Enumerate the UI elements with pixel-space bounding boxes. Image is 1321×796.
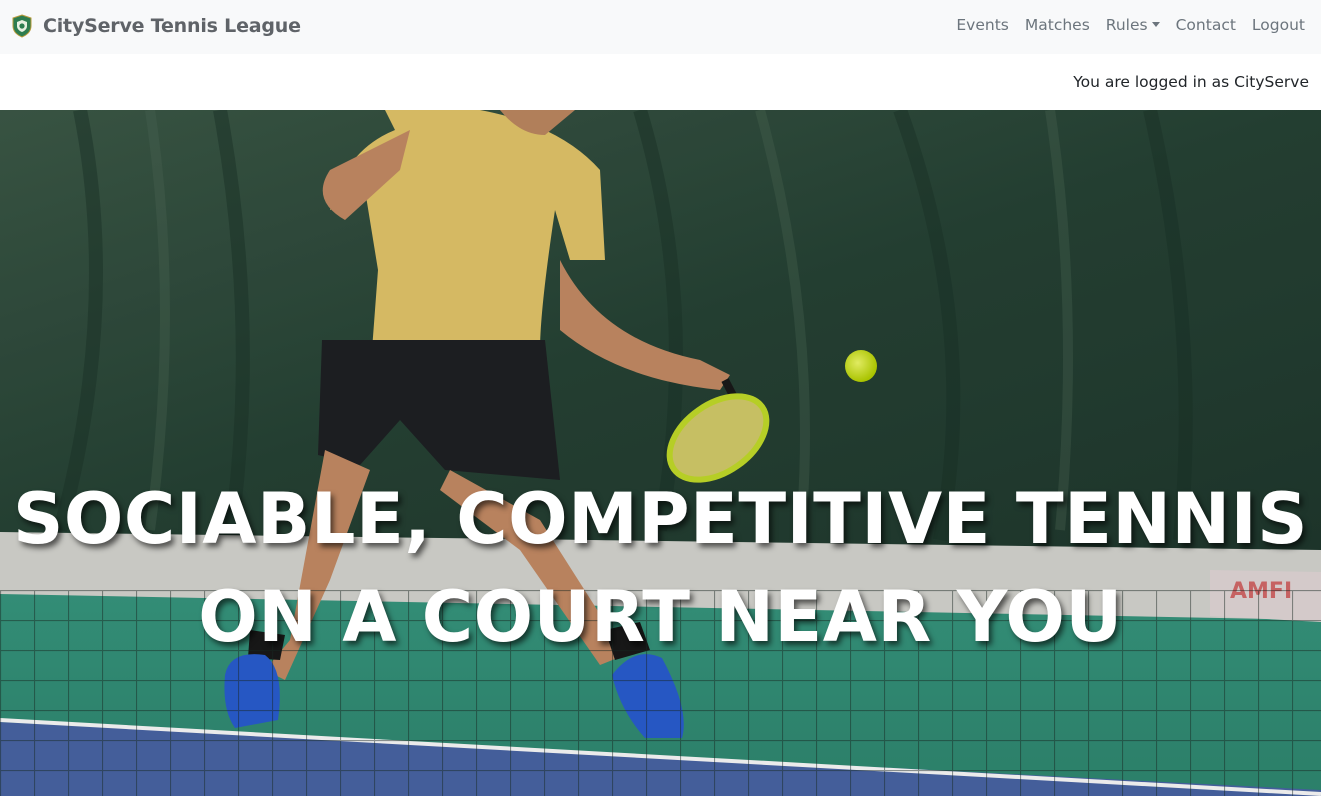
nav-menu: Events Matches Rules Contact Logout (956, 16, 1305, 34)
nav-events[interactable]: Events (956, 16, 1008, 34)
hero-headline-line2: ON A COURT NEAR YOU (198, 576, 1123, 658)
nav-contact[interactable]: Contact (1176, 16, 1236, 34)
login-status: You are logged in as CityServe (1073, 73, 1309, 91)
hero-headline-line1: SOCIABLE, COMPETITIVE TENNIS (12, 478, 1309, 560)
nav-rules-dropdown[interactable]: Rules (1106, 16, 1160, 34)
hero-headline: SOCIABLE, COMPETITIVE TENNIS ON A COURT … (0, 470, 1321, 666)
nav-matches[interactable]: Matches (1025, 16, 1090, 34)
hero-banner: AMFI SOCIABLE, COMPETITIVE TENNIS ON A C… (0, 110, 1321, 796)
top-navbar: CityServe Tennis League Events Matches R… (0, 0, 1321, 54)
tennis-player-photo: AMFI (0, 110, 1321, 796)
nav-logout[interactable]: Logout (1252, 16, 1305, 34)
caret-down-icon (1151, 22, 1160, 27)
session-bar: You are logged in as CityServe (0, 54, 1321, 110)
shield-logo-icon (12, 14, 32, 38)
brand-name: CityServe Tennis League (43, 15, 301, 37)
nav-rules-label: Rules (1105, 16, 1148, 34)
brand-link[interactable]: CityServe Tennis League (11, 14, 301, 38)
